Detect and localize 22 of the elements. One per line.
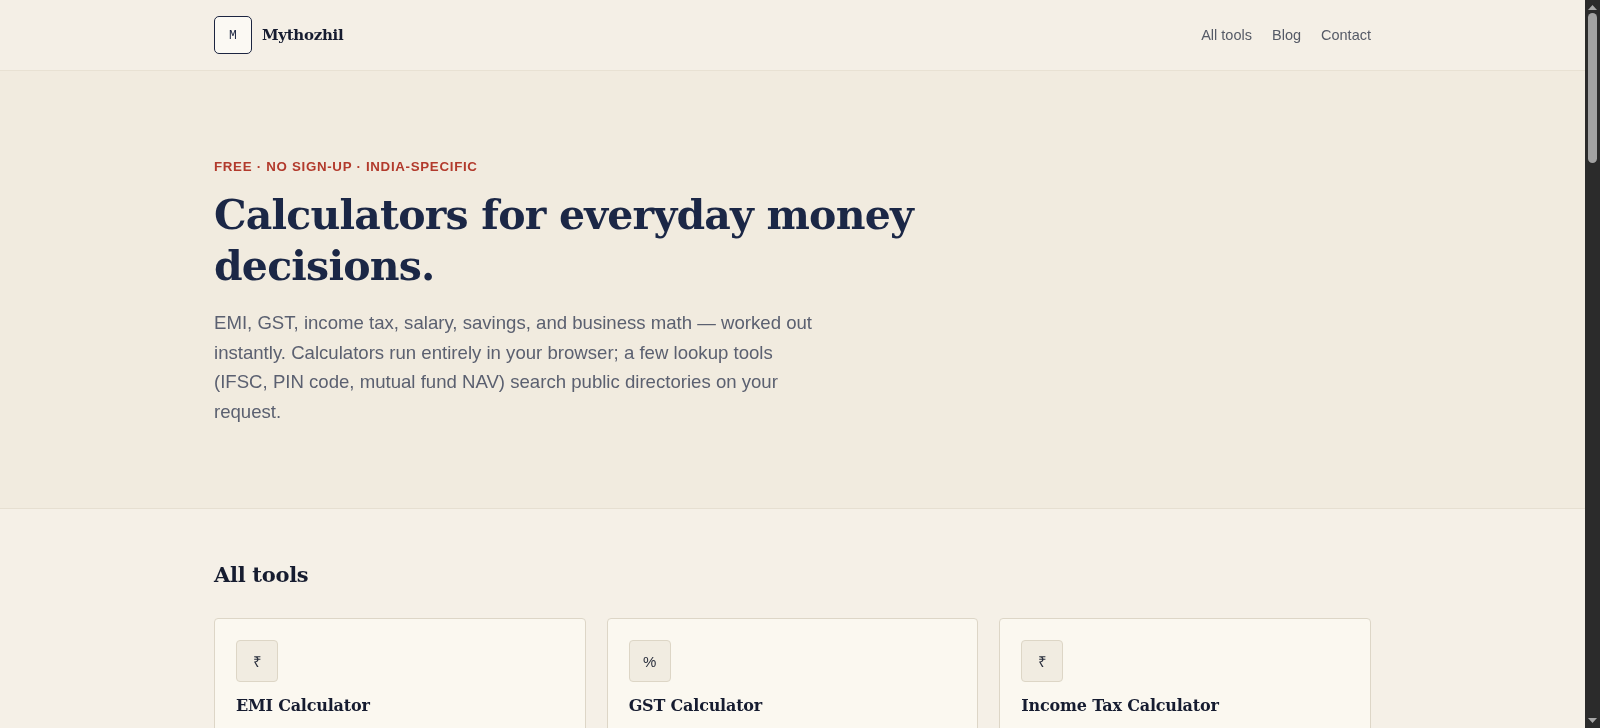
- scrollbar-thumb[interactable]: [1588, 13, 1597, 163]
- symbol-icon: ₹: [236, 640, 278, 682]
- tool-title: Income Tax Calculator: [1021, 695, 1220, 717]
- logo-mark[interactable]: M: [214, 16, 252, 54]
- scroll-up-icon[interactable]: [1588, 5, 1597, 10]
- symbol-icon: %: [628, 640, 671, 682]
- hero-title: Calculators for everyday money decisions.: [214, 190, 916, 292]
- tool-card[interactable]: ₹ Income Tax Calculator: [999, 618, 1371, 728]
- section-heading: All tools: [214, 561, 310, 589]
- scroll-down-icon[interactable]: [1588, 718, 1597, 723]
- tool-title: GST Calculator: [628, 695, 764, 717]
- tool-title: EMI Calculator: [236, 695, 371, 717]
- hero-description: EMI, GST, income tax, salary, savings, and business math — worked out instantly. Calculators run entirely in your browser; a few lookup tools (IFSC, PIN code, mutual fund NAV) search public directories on your request.: [214, 311, 813, 424]
- eyebrow-text: FREE · NO SIGN-UP · INDIA-SPECIFIC: [214, 159, 479, 175]
- tool-card[interactable]: % GST Calculator: [606, 618, 979, 728]
- symbol-icon: ₹: [1021, 640, 1064, 682]
- nav-link[interactable]: All tools: [1201, 27, 1252, 43]
- tool-card[interactable]: ₹ EMI Calculator: [214, 618, 586, 728]
- nav-link[interactable]: Contact: [1321, 27, 1371, 43]
- scrollbar[interactable]: [1585, 0, 1600, 728]
- brand-name[interactable]: Mythozhil: [262, 26, 344, 44]
- nav-link[interactable]: Blog: [1272, 27, 1301, 43]
